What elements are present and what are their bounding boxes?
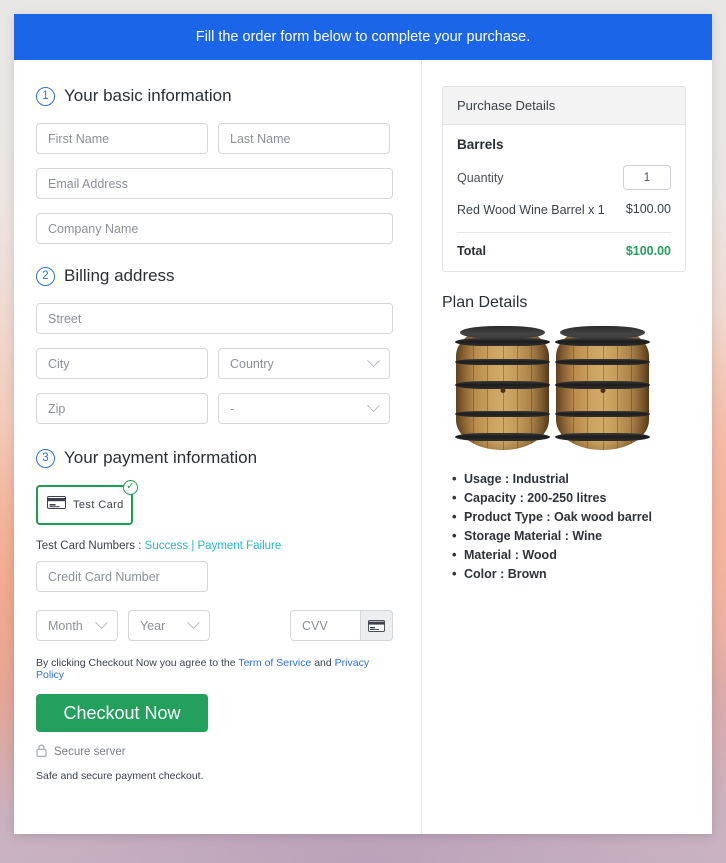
country-select[interactable]: Country (218, 348, 390, 379)
plan-specs-list: Usage : Industrial Capacity : 200-250 li… (442, 469, 686, 584)
list-item: Material : Wood (452, 545, 686, 565)
test-card-numbers: Test Card Numbers : Success | Payment Fa… (36, 540, 393, 552)
credit-card-icon (47, 496, 66, 514)
total-label: Total (457, 243, 486, 258)
checkout-page: Fill the order form below to complete yo… (0, 0, 726, 863)
section-title-basic-information: Your basic information (64, 86, 232, 105)
quantity-input[interactable] (623, 165, 671, 190)
step-number-2: 2 (36, 266, 55, 286)
total-amount: $100.00 (625, 243, 671, 258)
cvv-group: CVV (290, 610, 393, 641)
lock-icon (36, 744, 47, 760)
company-name-input[interactable]: Company Name (36, 213, 393, 244)
name-row: First Name Last Name (36, 123, 393, 154)
purchase-details-header: Purchase Details (443, 87, 685, 125)
secure-server-label: Secure server (54, 746, 126, 758)
secure-server-note: Secure server (36, 744, 393, 760)
expiry-year-value: Year (140, 618, 166, 633)
chevron-down-icon (367, 354, 380, 368)
card-body: 1 Your basic information First Name Last… (14, 60, 712, 834)
purchase-details-body: Barrels Quantity Red Wood Wine Barrel x … (443, 125, 685, 271)
expiry-month-value: Month (48, 618, 83, 633)
purchase-group-title: Barrels (457, 137, 504, 152)
chevron-down-icon (95, 616, 108, 630)
expiry-year-select[interactable]: Year (128, 610, 210, 641)
quantity-label: Quantity (457, 170, 504, 185)
expiry-cvv-row: Month Year CVV (36, 610, 393, 641)
email-row: Email Address (36, 168, 393, 199)
banner-text: Fill the order form below to complete yo… (195, 29, 531, 45)
plan-details-title: Plan Details (442, 293, 528, 311)
company-row: Company Name (36, 213, 393, 244)
quantity-row: Quantity (457, 165, 671, 190)
list-item: Product Type : Oak wood barrel (452, 507, 686, 527)
line-item-row: Red Wood Wine Barrel x 1 $100.00 (457, 202, 671, 233)
state-select[interactable]: - (218, 393, 390, 424)
barrel-right-icon (555, 325, 650, 450)
chevron-down-icon (367, 399, 380, 413)
terms-text: By clicking Checkout Now you agree to th… (36, 657, 393, 681)
section-heading-billing-address: 2 Billing address (36, 266, 393, 286)
street-input[interactable]: Street (36, 303, 393, 334)
chevron-down-icon (187, 616, 200, 630)
payment-method-test-card[interactable]: Test Card ✓ (36, 480, 138, 525)
credit-card-number-input[interactable]: Credit Card Number (36, 561, 208, 592)
checkout-now-button[interactable]: Checkout Now (36, 694, 208, 732)
zip-state-row: Zip - (36, 393, 393, 424)
terms-prefix: By clicking Checkout Now you agree to th… (36, 657, 239, 669)
section-title-payment-information: Your payment information (64, 448, 258, 467)
step-number-1: 1 (36, 86, 55, 106)
first-name-input[interactable]: First Name (36, 123, 208, 154)
cvv-input[interactable]: CVV (290, 610, 361, 641)
test-card-prefix: Test Card Numbers : (36, 540, 145, 552)
list-item: Usage : Industrial (452, 469, 686, 489)
purchase-details-card: Purchase Details Barrels Quantity Red Wo… (442, 86, 686, 272)
test-card-success-link[interactable]: Success (145, 540, 188, 552)
email-input[interactable]: Email Address (36, 168, 393, 199)
line-item-name: Red Wood Wine Barrel x 1 (457, 203, 605, 217)
state-select-value: - (230, 401, 235, 416)
section-title-billing-address: Billing address (64, 266, 175, 285)
line-item-price: $100.00 (625, 202, 671, 216)
step-number-3: 3 (36, 448, 55, 468)
payment-methods: Test Card ✓ (36, 480, 393, 525)
list-item: Storage Material : Wine (452, 526, 686, 546)
barrel-product-image (455, 325, 686, 450)
country-select-value: Country (230, 356, 274, 371)
terms-middle: and (311, 657, 335, 669)
list-item: Capacity : 200-250 litres (452, 488, 686, 508)
test-card-failure-link[interactable]: Payment Failure (198, 540, 282, 552)
total-row: Total $100.00 (457, 233, 671, 258)
test-card-separator: | (188, 540, 198, 552)
list-item: Color : Brown (452, 564, 686, 584)
last-name-input[interactable]: Last Name (218, 123, 390, 154)
selected-check-icon: ✓ (123, 480, 138, 495)
section-heading-payment-information: 3 Your payment information (36, 448, 393, 468)
terms-of-service-link[interactable]: Term of Service (238, 657, 311, 669)
zip-input[interactable]: Zip (36, 393, 208, 424)
payment-method-label: Test Card (73, 499, 124, 511)
cvv-card-icon (361, 610, 393, 641)
summary-column: Purchase Details Barrels Quantity Red Wo… (422, 60, 712, 834)
form-column: 1 Your basic information First Name Last… (14, 60, 422, 834)
expiry-month-select[interactable]: Month (36, 610, 118, 641)
barrel-left-icon (455, 325, 550, 450)
card-number-row: Credit Card Number (36, 561, 393, 592)
city-country-row: City Country (36, 348, 393, 379)
city-input[interactable]: City (36, 348, 208, 379)
section-heading-basic-information: 1 Your basic information (36, 86, 393, 106)
safe-checkout-note: Safe and secure payment checkout. (36, 770, 204, 782)
checkout-card: Fill the order form below to complete yo… (14, 14, 712, 834)
page-banner: Fill the order form below to complete yo… (14, 14, 712, 60)
street-row: Street (36, 303, 393, 334)
